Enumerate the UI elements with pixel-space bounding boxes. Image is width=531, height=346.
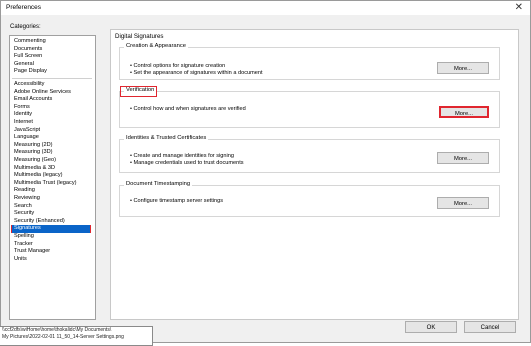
path-tooltip: \\ccf2dfs\wiHome\home\thokalidc\My Docum… [0, 326, 153, 346]
group-timestamping: Document Timestamping • Configure timest… [119, 181, 500, 217]
category-item[interactable]: Multimedia Trust (legacy) [12, 180, 76, 188]
path-tooltip-line2: My Pictures\2022-02-01 11_50_14-Server S… [2, 334, 124, 340]
category-item[interactable]: Multimedia & 3D [12, 165, 55, 173]
group-title-timestamping: Document Timestamping [124, 181, 193, 187]
verification-bullet-1: • Control how and when signatures are ve… [130, 106, 246, 112]
category-item[interactable]: Documents [12, 46, 42, 54]
category-item[interactable]: Email Accounts [12, 96, 52, 104]
timestamping-more-button[interactable]: More... [437, 197, 489, 209]
category-item[interactable]: JavaScript [12, 127, 40, 135]
category-item[interactable]: Trust Manager [12, 248, 50, 256]
identities-more-button[interactable]: More... [437, 152, 489, 164]
category-item[interactable]: Adobe Online Services [12, 89, 71, 97]
group-title-creation: Creation & Appearance [124, 43, 188, 49]
category-item[interactable]: Page Display [12, 68, 47, 76]
category-item[interactable]: Language [12, 134, 39, 142]
verification-title-highlight [120, 86, 157, 97]
category-item[interactable]: Search [12, 203, 32, 211]
category-item[interactable]: Internet [12, 119, 33, 127]
category-item[interactable]: Forms [12, 104, 30, 112]
creation-bullet-1: • Control options for signature creation [130, 63, 226, 69]
identities-bullet-1: • Create and manage identities for signi… [130, 153, 234, 159]
category-item[interactable]: Units [12, 256, 27, 264]
category-item[interactable]: Security [12, 210, 34, 218]
close-icon[interactable]: ✕ [515, 2, 523, 14]
group-creation-appearance: Creation & Appearance • Control options … [119, 43, 500, 80]
group-verification: Verification • Control how and when sign… [119, 87, 500, 128]
categories-list[interactable]: Commenting Documents Full Screen General Pag… [9, 35, 96, 320]
category-item[interactable]: Spelling [12, 233, 34, 241]
category-separator [12, 78, 92, 79]
creation-more-button[interactable]: More... [437, 62, 489, 74]
category-item[interactable]: Accessibility [12, 81, 44, 89]
ok-button[interactable]: OK [405, 321, 457, 333]
creation-bullet-2: • Set the appearance of signatures withi… [130, 70, 263, 76]
category-item[interactable]: General [12, 61, 34, 69]
title-bar: Preferences ✕ [1, 1, 530, 15]
category-item[interactable]: Measuring (2D) [12, 142, 53, 150]
path-tooltip-line1: \\ccf2dfs\wiHome\home\thokalidc\My Docum… [2, 327, 112, 333]
category-item[interactable]: Identity [12, 111, 32, 119]
category-item[interactable]: Signatures [12, 225, 90, 233]
cancel-button[interactable]: Cancel [464, 321, 516, 333]
group-title-identities: Identities & Trusted Certificates [124, 135, 209, 141]
category-item[interactable]: Commenting [12, 38, 46, 46]
category-item[interactable]: Measuring (Geo) [12, 157, 56, 165]
category-item[interactable]: Tracker [12, 241, 33, 249]
category-item[interactable]: Reviewing [12, 195, 40, 203]
category-item[interactable]: Reading [12, 187, 35, 195]
category-item[interactable]: Multimedia (legacy) [12, 172, 63, 180]
timestamping-bullet-1: • Configure timestamp server settings [130, 198, 224, 204]
verification-more-button[interactable]: More... [439, 106, 489, 118]
panel-title: Digital Signatures [115, 33, 164, 40]
category-item[interactable]: Measuring (3D) [12, 149, 53, 157]
group-identities: Identities & Trusted Certificates • Crea… [119, 135, 500, 173]
category-item[interactable]: Full Screen [12, 53, 42, 61]
categories-label: Categories: [10, 24, 41, 30]
window-title: Preferences [6, 4, 42, 11]
identities-bullet-2: • Manage credentials used to trust docum… [130, 160, 244, 166]
